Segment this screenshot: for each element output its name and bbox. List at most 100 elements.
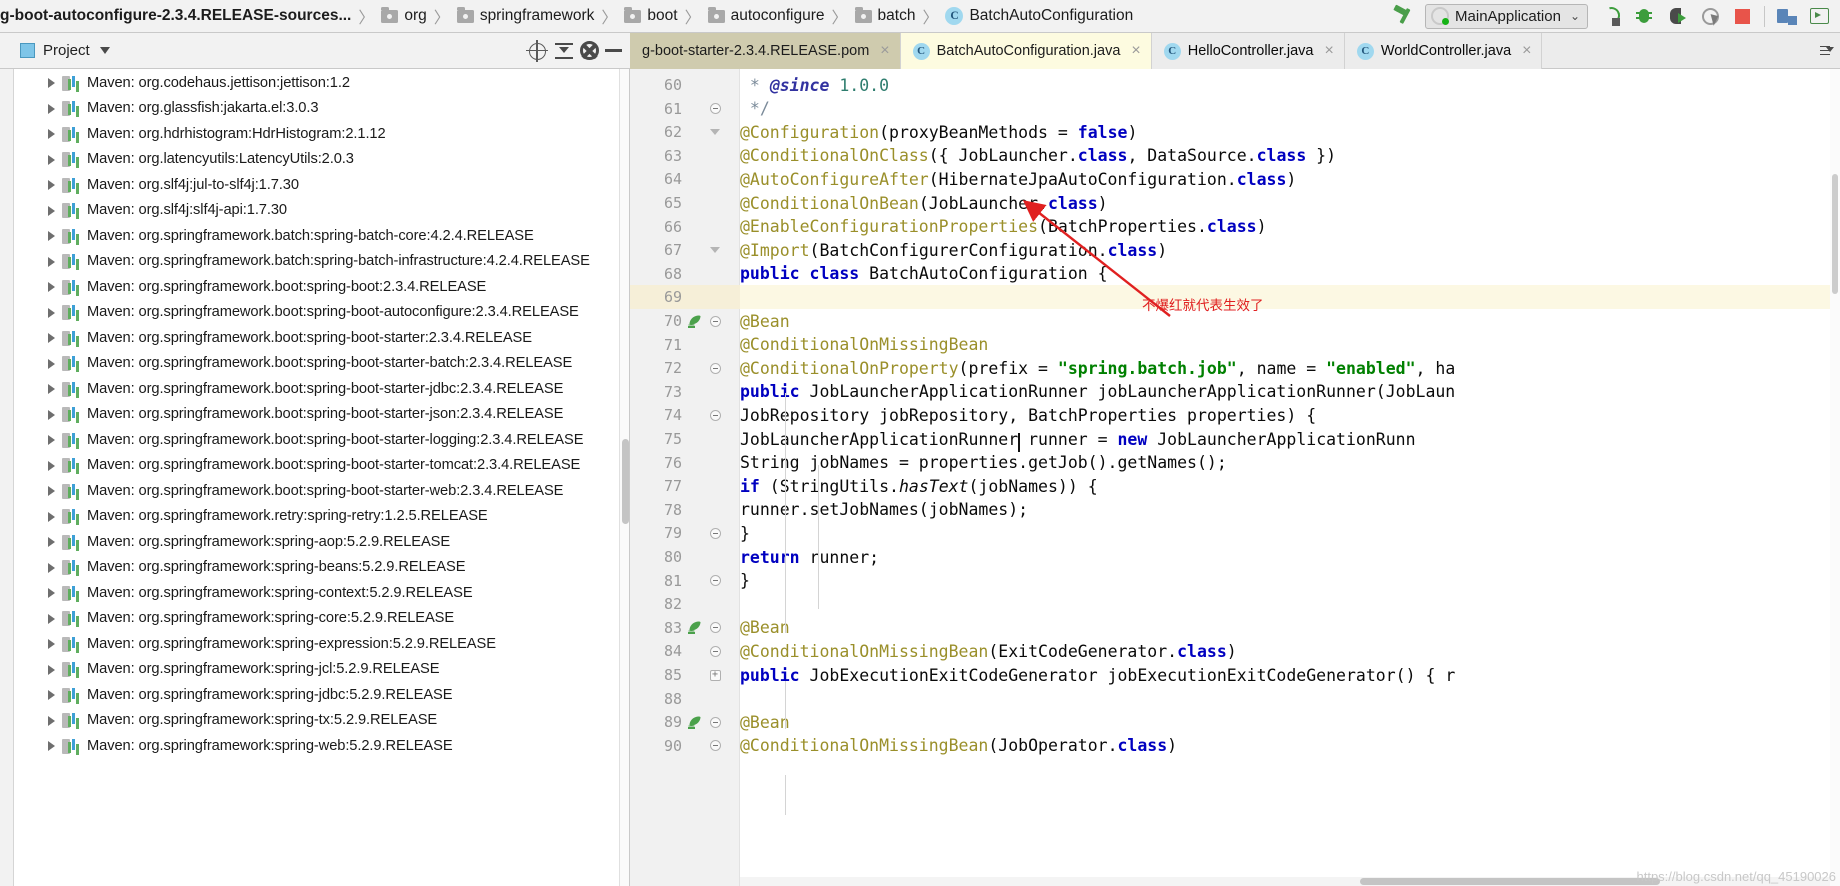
code-line[interactable]: @EnableConfigurationProperties (BatchProp… bbox=[740, 215, 1840, 239]
breadcrumb-item-4[interactable]: autoconfigure bbox=[707, 0, 825, 33]
project-tree-scrollbar-thumb[interactable] bbox=[622, 439, 629, 524]
code-folding-slot[interactable]: + bbox=[704, 669, 726, 681]
tree-item[interactable]: Maven: org.springframework.boot:spring-b… bbox=[14, 274, 486, 300]
code-folding-slot[interactable] bbox=[704, 622, 726, 634]
gutter-row[interactable]: 72 bbox=[630, 356, 740, 380]
tree-item[interactable]: Maven: org.springframework:spring-beans:… bbox=[14, 555, 465, 581]
tree-item[interactable]: Maven: org.slf4j:jul-to-slf4j:1.7.30 bbox=[14, 172, 299, 198]
code-line[interactable]: @AutoConfigureAfter (HibernateJpaAutoConf… bbox=[740, 167, 1840, 191]
fold-collapse-icon[interactable] bbox=[709, 409, 721, 421]
fold-collapse-icon[interactable] bbox=[709, 315, 721, 327]
code-folding-slot[interactable] bbox=[704, 575, 726, 587]
tree-item[interactable]: Maven: org.springframework:spring-contex… bbox=[14, 580, 473, 606]
chevron-right-icon[interactable] bbox=[42, 402, 62, 428]
code-folding-slot[interactable] bbox=[704, 716, 726, 728]
editor-tab-2[interactable]: C HelloController.java × bbox=[1151, 33, 1345, 69]
tree-item[interactable]: Maven: org.springframework.boot:spring-b… bbox=[14, 300, 579, 326]
code-line[interactable]: @ConditionalOnBean (JobLauncher. class) bbox=[740, 191, 1840, 215]
gutter-row[interactable]: 61 bbox=[630, 97, 740, 121]
chevron-right-icon[interactable] bbox=[42, 376, 62, 402]
gutter-row[interactable]: 90 bbox=[630, 734, 740, 758]
gutter-row[interactable]: 63 bbox=[630, 144, 740, 168]
fold-collapse-icon[interactable] bbox=[709, 103, 721, 115]
close-icon[interactable]: × bbox=[880, 43, 889, 59]
chevron-right-icon[interactable] bbox=[42, 504, 62, 530]
chevron-right-icon[interactable] bbox=[42, 606, 62, 632]
code-line[interactable]: @ConditionalOnClass({ JobLauncher. class,… bbox=[740, 144, 1840, 168]
code-line[interactable]: JobRepository jobRepository, BatchProper… bbox=[740, 403, 1840, 427]
code-folding-slot[interactable] bbox=[704, 527, 726, 539]
chevron-right-icon[interactable] bbox=[42, 223, 62, 249]
gutter-row[interactable]: 75 bbox=[630, 427, 740, 451]
gutter-row[interactable]: 68 bbox=[630, 262, 740, 286]
code-folding-slot[interactable] bbox=[704, 315, 726, 327]
gutter-row[interactable]: 67 bbox=[630, 238, 740, 262]
run-button[interactable] bbox=[1594, 1, 1627, 32]
chevron-right-icon[interactable] bbox=[42, 682, 62, 708]
chevron-right-icon[interactable] bbox=[42, 121, 62, 147]
tree-item[interactable]: Maven: org.springframework:spring-core:5… bbox=[14, 606, 454, 632]
close-icon[interactable]: × bbox=[1325, 43, 1334, 59]
tree-item[interactable]: Maven: org.springframework:spring-tx:5.2… bbox=[14, 708, 437, 734]
tree-item[interactable]: Maven: org.springframework:spring-web:5.… bbox=[14, 733, 453, 759]
tree-item[interactable]: Maven: org.springframework.retry:spring-… bbox=[14, 504, 488, 530]
tree-item[interactable]: Maven: org.springframework:spring-jcl:5.… bbox=[14, 657, 440, 683]
chevron-right-icon[interactable] bbox=[42, 453, 62, 479]
tree-item[interactable]: Maven: org.springframework:spring-aop:5.… bbox=[14, 529, 450, 555]
gutter-row[interactable]: 73 bbox=[630, 380, 740, 404]
bean-gutter-slot[interactable] bbox=[684, 621, 704, 635]
tree-item[interactable]: Maven: org.springframework.boot:spring-b… bbox=[14, 402, 563, 428]
code-editor[interactable]: 60 61 62 63 64 65 66 67 68 69 70 71 72 73 74 75 76 77 78 79… bbox=[630, 69, 1840, 886]
code-line[interactable] bbox=[740, 687, 1840, 711]
editor-code-area[interactable]: * @since 1.0.0 */@Configuration (proxyBea… bbox=[740, 69, 1840, 886]
code-line[interactable]: public JobExecutionExitCodeGenerator job… bbox=[740, 663, 1840, 687]
gutter-row[interactable]: 82 bbox=[630, 592, 740, 616]
spring-bean-icon[interactable] bbox=[687, 716, 701, 729]
code-line[interactable]: */ bbox=[740, 97, 1840, 121]
tree-item[interactable]: Maven: org.springframework:spring-jdbc:5… bbox=[14, 682, 453, 708]
gutter-row[interactable]: 84 bbox=[630, 639, 740, 663]
code-folding-slot[interactable] bbox=[704, 362, 726, 374]
breadcrumb-item-0[interactable]: g-boot-autoconfigure-2.3.4.RELEASE-sourc… bbox=[0, 0, 351, 33]
tree-item[interactable]: Maven: org.slf4j:slf4j-api:1.7.30 bbox=[14, 198, 287, 224]
editor-scrollbar-thumb[interactable] bbox=[1832, 174, 1838, 294]
hide-icon[interactable] bbox=[605, 49, 622, 52]
chevron-right-icon[interactable] bbox=[42, 529, 62, 555]
editor-tab-3[interactable]: C WorldController.java × bbox=[1344, 33, 1543, 69]
stop-button[interactable] bbox=[1726, 1, 1759, 32]
code-line[interactable]: @ConditionalOnMissingBean (ExitCodeGenera… bbox=[740, 639, 1840, 663]
tabs-overflow-button[interactable] bbox=[1814, 33, 1840, 68]
chevron-right-icon[interactable] bbox=[42, 478, 62, 504]
code-line[interactable]: public class BatchAutoConfiguration { bbox=[740, 262, 1840, 286]
project-panel-title-group[interactable]: Project bbox=[0, 42, 110, 59]
chevron-right-icon[interactable] bbox=[42, 172, 62, 198]
code-line[interactable]: @Bean bbox=[740, 616, 1840, 640]
fold-region-icon[interactable] bbox=[710, 247, 720, 254]
gutter-row[interactable]: 62 bbox=[630, 120, 740, 144]
fold-collapse-icon[interactable] bbox=[709, 527, 721, 539]
chevron-right-icon[interactable] bbox=[42, 147, 62, 173]
bean-gutter-slot[interactable] bbox=[684, 315, 704, 328]
editor-horizontal-scrollbar-thumb[interactable] bbox=[1360, 878, 1660, 885]
gutter-row[interactable]: 85 + bbox=[630, 663, 740, 687]
code-line[interactable]: if (StringUtils. hasText (jobNames)) { bbox=[740, 474, 1840, 498]
collapse-all-icon[interactable] bbox=[554, 41, 574, 61]
tree-item[interactable]: Maven: org.glassfish:jakarta.el:3.0.3 bbox=[14, 96, 319, 122]
editor-scrollbar[interactable] bbox=[1830, 69, 1840, 886]
code-folding-slot[interactable] bbox=[704, 645, 726, 657]
code-line[interactable]: @ConditionalOnMissingBean bbox=[740, 333, 1840, 357]
gutter-row[interactable]: 81 bbox=[630, 569, 740, 593]
gutter-row[interactable]: 66 bbox=[630, 215, 740, 239]
code-line[interactable]: } bbox=[740, 569, 1840, 593]
gutter-row[interactable]: 78 bbox=[630, 498, 740, 522]
chevron-right-icon[interactable] bbox=[42, 708, 62, 734]
code-line[interactable]: return runner; bbox=[740, 545, 1840, 569]
terminal-button[interactable] bbox=[1803, 1, 1836, 32]
gutter-row[interactable]: 74 bbox=[630, 403, 740, 427]
close-icon[interactable]: × bbox=[1131, 43, 1140, 59]
code-line[interactable]: @Configuration (proxyBeanMethods = false) bbox=[740, 120, 1840, 144]
chevron-right-icon[interactable] bbox=[42, 555, 62, 581]
gutter-row[interactable]: 79 bbox=[630, 521, 740, 545]
tree-item[interactable]: Maven: org.springframework.batch:spring-… bbox=[14, 223, 534, 249]
gutter-row[interactable]: 83 bbox=[630, 616, 740, 640]
